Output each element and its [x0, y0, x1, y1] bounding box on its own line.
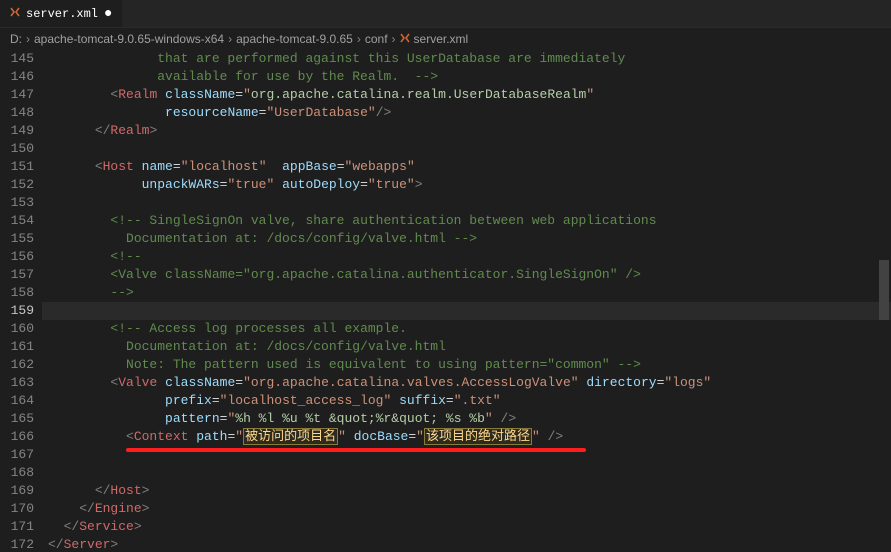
line-number-gutter: 1451461471481491501511521531541551561571…: [0, 50, 48, 552]
breadcrumb-seg[interactable]: apache-tomcat-9.0.65-windows-x64: [34, 32, 224, 46]
tab-bar: server.xml ●: [0, 0, 891, 28]
modified-indicator-icon: ●: [104, 7, 112, 21]
scrollbar-thumb[interactable]: [879, 260, 889, 320]
breadcrumb-seg[interactable]: apache-tomcat-9.0.65: [236, 32, 353, 46]
tab-label: server.xml: [26, 7, 98, 21]
xml-file-icon: [400, 33, 410, 46]
xml-file-icon: [10, 7, 20, 21]
chevron-right-icon: ›: [228, 32, 232, 46]
code-editor[interactable]: 1451461471481491501511521531541551561571…: [0, 50, 891, 552]
breadcrumb[interactable]: D: › apache-tomcat-9.0.65-windows-x64 › …: [0, 28, 891, 50]
breadcrumb-seg[interactable]: server.xml: [414, 32, 469, 46]
breadcrumb-seg[interactable]: D:: [10, 32, 22, 46]
chevron-right-icon: ›: [357, 32, 361, 46]
breadcrumb-seg[interactable]: conf: [365, 32, 388, 46]
chevron-right-icon: ›: [26, 32, 30, 46]
code-area[interactable]: that are performed against this UserData…: [48, 50, 891, 552]
tab-server-xml[interactable]: server.xml ●: [0, 0, 122, 27]
chevron-right-icon: ›: [392, 32, 396, 46]
